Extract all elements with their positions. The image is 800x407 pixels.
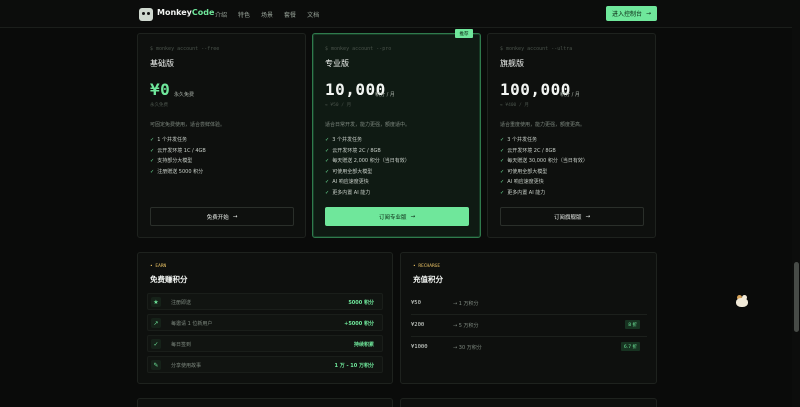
recharge-option[interactable]: ¥50 → 1 万积分 bbox=[411, 295, 647, 313]
plan-feature: ✓ 每天赠送 2,000 积分（当日有效） bbox=[325, 158, 410, 164]
check-icon: ✓ bbox=[325, 158, 330, 164]
check-icon: ✓ bbox=[500, 147, 505, 154]
plan-name: 基础版 bbox=[150, 59, 174, 68]
nav-link-docs[interactable]: 文档 bbox=[307, 10, 319, 19]
check-icon: ✓ bbox=[325, 189, 330, 196]
plan-feature: ✓ 可使用全部大模型 bbox=[500, 168, 548, 175]
plan-feature: ✓ 更多内置 AI 能力 bbox=[500, 189, 546, 196]
subscribe-ultra-button[interactable]: 订阅旗舰版 → bbox=[500, 207, 644, 226]
plan-code: $ monkey account --pro bbox=[325, 46, 392, 52]
plan-card-ultra: $ monkey account --ultra 旗舰版 100,000 积分 … bbox=[487, 33, 656, 238]
check-icon: ✓ bbox=[151, 339, 161, 349]
nav-link-features[interactable]: 特色 bbox=[238, 10, 250, 19]
check-icon: ✓ bbox=[500, 189, 505, 196]
plan-code: $ monkey account --free bbox=[150, 46, 220, 52]
plan-feature: ✓ 支持部分大模型 bbox=[150, 158, 193, 164]
start-free-button[interactable]: 免费开始 → bbox=[150, 207, 294, 226]
check-icon: ✓ bbox=[325, 137, 330, 143]
plan-feature: ✓ 3 个并发任务 bbox=[500, 137, 537, 143]
earn-row: ★ 注册即送 5000 积分 bbox=[147, 293, 383, 310]
panel-title: 免费赚积分 bbox=[150, 275, 188, 284]
arrow-right-icon: → bbox=[232, 213, 238, 220]
invite-arrow-icon: ↗ bbox=[151, 318, 161, 328]
check-icon: ✓ bbox=[500, 168, 505, 175]
arrow-right-icon: → bbox=[585, 213, 591, 220]
check-icon: ✓ bbox=[150, 137, 155, 143]
panel-tag: • RECHARGE bbox=[413, 264, 441, 269]
plan-sub: 永久免费 bbox=[150, 103, 168, 108]
plan-unit: 积分 / 月 bbox=[375, 92, 395, 98]
plan-feature-list: ✓ 3 个并发任务 ✓ 云开发环境 2C / 8GB ✓ 每天赠送 2,000 积分（… bbox=[325, 136, 410, 199]
page-scrollbar[interactable] bbox=[792, 0, 800, 407]
next-section-card bbox=[400, 398, 657, 407]
plan-feature: ✓ 更多内置 AI 能力 bbox=[325, 189, 371, 196]
plan-desc: 可固定免费使用，适合尝鲜体验。 bbox=[150, 122, 226, 128]
plan-feature: ✓ 云开发环境 1C / 4GB bbox=[150, 147, 206, 154]
plan-card-pro: 推荐 $ monkey account --pro 专业版 10,000 积分 … bbox=[312, 29, 481, 238]
plan-feature: ✓ 云开发环境 2C / 8GB bbox=[325, 147, 381, 154]
earn-row: ✎ 分享使用故事 1 万 - 10 万积分 bbox=[147, 356, 383, 373]
earn-row: ↗ 每邀请 1 位新用户 +5000 积分 bbox=[147, 314, 383, 331]
plan-card-free: $ monkey account --free 基础版 ¥0 永久免费 永久免费… bbox=[137, 33, 306, 238]
plan-feature: ✓ 云开发环境 2C / 8GB bbox=[500, 147, 556, 154]
check-icon: ✓ bbox=[325, 147, 330, 154]
plan-feature-list: ✓ 3 个并发任务 ✓ 云开发环境 2C / 8GB ✓ 每天赠送 30,000 积分… bbox=[500, 136, 588, 199]
recharge-option[interactable]: ¥1000 → 30 万积分 6.7 折 bbox=[411, 339, 647, 357]
panel-title: 充值积分 bbox=[413, 275, 443, 284]
plan-feature: ✓ AI 响应速度更快 bbox=[325, 179, 369, 185]
monkey-logo-icon[interactable] bbox=[139, 8, 153, 21]
earn-points-panel: • EARN 免费赚积分 ★ 注册即送 5000 积分 ↗ 每邀请 1 位新用户… bbox=[137, 252, 393, 384]
arrow-right-icon: → bbox=[645, 10, 652, 17]
top-nav: MonkeyCode 介绍 特色 场景 套餐 文档 进入控制台 → bbox=[0, 0, 800, 28]
pencil-icon: ✎ bbox=[151, 360, 161, 370]
recharge-panel: • RECHARGE 充值积分 ¥50 → 1 万积分 ¥200 → 5 万积分… bbox=[400, 252, 657, 384]
plan-name: 专业版 bbox=[325, 59, 349, 68]
plan-feature: ✓ 注册赠送 5000 积分 bbox=[150, 168, 204, 175]
check-icon: ✓ bbox=[500, 158, 505, 164]
discount-badge: 6.7 折 bbox=[620, 342, 640, 351]
check-icon: ✓ bbox=[500, 179, 505, 185]
brand-name[interactable]: MonkeyCode bbox=[157, 8, 214, 17]
plan-sub: ≈ ¥400 / 月 bbox=[500, 103, 529, 108]
panel-tag: • EARN bbox=[150, 264, 167, 269]
arrow-right-icon: → bbox=[410, 213, 416, 220]
plan-code: $ monkey account --ultra bbox=[500, 46, 573, 52]
plan-feature-list: ✓ 1 个并发任务 ✓ 云开发环境 1C / 4GB ✓ 支持部分大模型 ✓ 注册赠送 … bbox=[150, 136, 206, 178]
recommended-badge: 推荐 bbox=[455, 29, 473, 38]
check-icon: ✓ bbox=[150, 147, 155, 154]
plan-unit: 积分 / 月 bbox=[560, 92, 580, 98]
next-section-card bbox=[137, 398, 393, 407]
check-icon: ✓ bbox=[325, 168, 330, 175]
plan-feature: ✓ 可使用全部大模型 bbox=[325, 168, 373, 175]
plan-feature: ✓ 每天赠送 30,000 积分（当日有效） bbox=[500, 158, 588, 164]
floating-pet-icon[interactable] bbox=[735, 295, 749, 308]
divider bbox=[411, 336, 647, 337]
plan-name: 旗舰版 bbox=[500, 59, 524, 68]
plan-price: ¥0 bbox=[150, 80, 171, 99]
plan-feature: ✓ 1 个并发任务 bbox=[150, 137, 187, 143]
recharge-option[interactable]: ¥200 → 5 万积分 8 折 bbox=[411, 317, 647, 335]
earn-row: ✓ 每日签到 持续积累 bbox=[147, 335, 383, 352]
divider bbox=[411, 314, 647, 315]
star-icon: ★ bbox=[151, 297, 161, 307]
plan-desc: 适合重度使用，能力更强，额度更高。 bbox=[500, 122, 586, 128]
check-icon: ✓ bbox=[150, 158, 155, 164]
nav-link-pricing[interactable]: 套餐 bbox=[284, 10, 296, 19]
console-button[interactable]: 进入控制台 → bbox=[606, 6, 657, 21]
plan-sub: ≈ ¥50 / 月 bbox=[325, 103, 352, 108]
nav-link-intro[interactable]: 介绍 bbox=[215, 10, 227, 19]
plan-feature: ✓ 3 个并发任务 bbox=[325, 137, 362, 143]
nav-links: 介绍 特色 场景 套餐 文档 bbox=[215, 10, 319, 19]
check-icon: ✓ bbox=[150, 168, 155, 175]
plan-desc: 适合日常开发，能力更强，额度适中。 bbox=[325, 122, 411, 128]
check-icon: ✓ bbox=[500, 137, 505, 143]
nav-link-scenarios[interactable]: 场景 bbox=[261, 10, 273, 19]
plan-feature: ✓ AI 响应速度更快 bbox=[500, 179, 544, 185]
subscribe-pro-button[interactable]: 订阅专业版 → bbox=[325, 207, 469, 226]
scrollbar-thumb[interactable] bbox=[794, 262, 799, 332]
discount-badge: 8 折 bbox=[625, 320, 640, 329]
check-icon: ✓ bbox=[325, 179, 330, 185]
plan-unit: 永久免费 bbox=[174, 92, 195, 98]
